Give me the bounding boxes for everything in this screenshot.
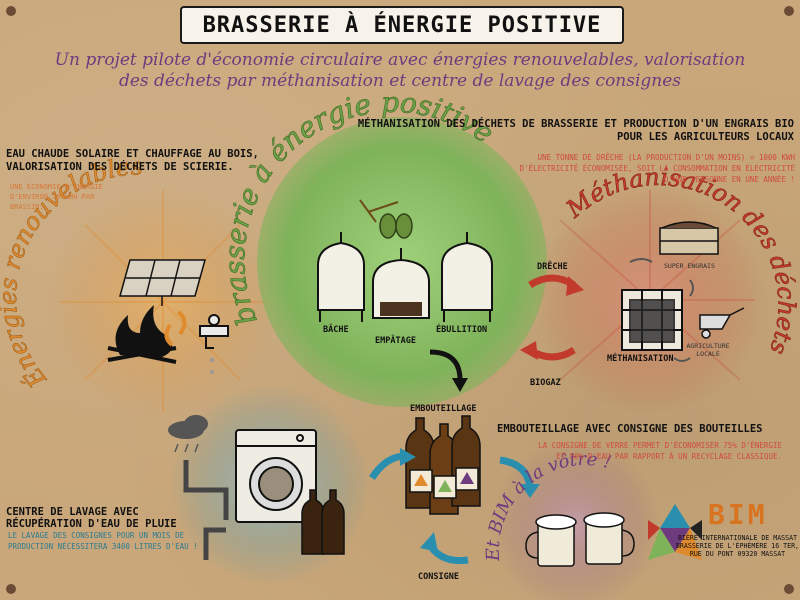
bottling-note: LA CONSIGNE DE VERRE PERMET D'ÉCONOMISER… — [538, 441, 782, 461]
page-title: BRASSERIE À ÉNERGIE POSITIVE — [202, 12, 602, 38]
toast-title: Et BIM à la vôtre ! — [483, 449, 614, 563]
svg-text:Méthanisation des déchets: Méthanisation des déchets — [560, 163, 800, 358]
methanisation-heading: MÉTHANISATION DES DÉCHETS DE BRASSERIE E… — [357, 118, 794, 143]
consigne-label: CONSIGNE — [418, 572, 459, 582]
washing-heading: CENTRE DE LAVAGE AVEC RÉCUPÉRATION D'EAU… — [6, 506, 177, 530]
svg-text:Et BIM à la vôtre !: Et BIM à la vôtre ! — [483, 449, 614, 563]
super-engrais-label: SUPER ENGRAIS — [664, 262, 715, 270]
empatage-label: EMPÂTAGE — [375, 336, 416, 346]
agriculture-label: AGRICULTURE LOCALE — [686, 342, 730, 358]
washing-note: LE LAVAGE DES CONSIGNES POUR UN MOIS DE … — [8, 531, 198, 551]
title-banner: BRASSERIE À ÉNERGIE POSITIVE — [180, 6, 624, 44]
renewables-heading: EAU CHAUDE SOLAIRE ET CHAUFFAGE AU BOIS,… — [6, 148, 259, 173]
biogaz-label: BIOGAZ — [530, 378, 561, 388]
dreche-label: DRÊCHE — [537, 262, 568, 272]
subtitle: Un projet pilote d'économie circulaire a… — [54, 50, 746, 91]
brand-address: BIÈRE INTERNATIONALE DE MASSAT BRASSERIE… — [675, 534, 800, 558]
bottling-heading: EMBOUTEILLAGE AVEC CONSIGNE DES BOUTEILL… — [497, 423, 763, 435]
methanisation-note: UNE TONNE DE DRÊCHE (LA PRODUCTION D'UN … — [519, 153, 795, 184]
methanisation-circle-title: Méthanisation des déchets — [560, 163, 800, 359]
embouteillage-label: EMBOUTEILLAGE — [410, 404, 477, 414]
bache-label: BÂCHE — [323, 325, 349, 335]
renewables-note: UNE ÉCONOMIE D'ÉNERGIE D'ENVIRON 70 KWH … — [10, 183, 103, 211]
bim-logo: BIM — [708, 498, 768, 531]
poster: brasserie à énergie positive Énergies re… — [0, 0, 800, 600]
ebullition-label: ÉBULLITION — [436, 325, 488, 335]
methanisation-label: MÉTHANISATION — [607, 354, 674, 364]
